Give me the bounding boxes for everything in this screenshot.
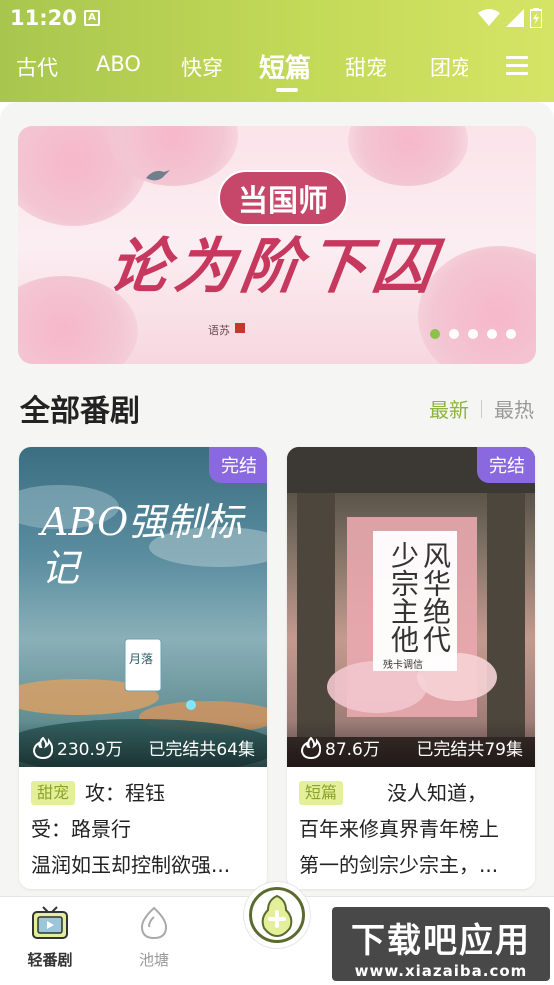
fire-icon	[33, 736, 53, 759]
cover-author: 残卡调信	[383, 660, 423, 671]
banner-carousel[interactable]: 当国师 论为阶下囚 语苏	[18, 126, 536, 364]
desc-line: 受：路景行	[31, 817, 131, 841]
carousel-dot[interactable]	[506, 329, 516, 339]
heat-count: 230.9万	[33, 735, 123, 760]
drama-card[interactable]: ABO强制标记 月落 完结 230.9万 已完结共64集 甜宠 攻：程钰 受：路景…	[19, 447, 267, 889]
drama-card[interactable]: 风华绝代少宗主他 残卡调信 完结 87.6万 已完结共79集 短篇 没人知道， 百…	[287, 447, 535, 889]
top-header: 11:20 A 古代 ABO 快穿 短篇 甜宠 团宠	[0, 0, 554, 102]
watermark-url: www.xiazaiba.com	[354, 962, 528, 980]
desc-line: 第一的剑宗少宗主，...	[299, 853, 499, 877]
notification-icon: A	[84, 10, 100, 26]
cover-title: ABO强制标记	[41, 500, 243, 590]
signal-icon	[506, 9, 524, 27]
drop-icon	[140, 906, 168, 940]
tab-quick-travel[interactable]: 快穿	[181, 52, 223, 82]
desc-line: 没人知道，	[387, 781, 488, 805]
heat-count: 87.6万	[301, 735, 380, 760]
sort-hottest[interactable]: 最热	[494, 394, 534, 423]
desc-line: 百年来修真界青年榜上	[299, 817, 499, 841]
add-button[interactable]	[244, 882, 310, 948]
category-tabs: 古代 ABO 快穿 短篇 甜宠 团宠	[0, 44, 554, 94]
card-description: 甜宠 攻：程钰 受：路景行 温润如玉却控制欲强...	[31, 775, 259, 883]
watermark-logo: 下载吧应用 www.xiazaiba.com	[332, 907, 550, 981]
genre-tag: 甜宠	[31, 781, 76, 805]
heat-value: 87.6万	[325, 740, 380, 760]
system-icons	[478, 8, 542, 28]
episode-count: 已完结共64集	[148, 740, 255, 760]
carousel-dots	[430, 329, 516, 339]
tab-short[interactable]: 短篇	[259, 48, 311, 85]
tab-sweet[interactable]: 甜宠	[345, 52, 387, 82]
genre-tag: 短篇	[299, 781, 344, 805]
status-time: 11:20	[10, 6, 77, 30]
desc-line: 攻：程钰	[85, 781, 166, 805]
nav-pond[interactable]: 池塘	[124, 905, 184, 970]
nav-light-drama[interactable]: 轻番剧	[20, 905, 80, 970]
heat-value: 230.9万	[57, 740, 123, 760]
episode-count: 已完结共79集	[416, 740, 523, 760]
status-bar: 11:20 A	[0, 0, 554, 38]
cover-title: 风华绝代少宗主他	[387, 541, 452, 653]
carousel-dot[interactable]	[468, 329, 478, 339]
sort-controls: 最新 最热	[429, 394, 534, 423]
section-title: 全部番剧	[20, 394, 140, 429]
sort-newest[interactable]: 最新	[429, 394, 469, 423]
battery-icon	[530, 8, 542, 28]
carousel-dot[interactable]	[449, 329, 459, 339]
status-badge: 完结	[477, 447, 535, 483]
status-badge: 完结	[209, 447, 267, 483]
cover-author: 月落	[129, 652, 154, 666]
tv-icon	[32, 906, 68, 939]
card-stats: 87.6万 已完结共79集	[287, 721, 535, 767]
tab-abo[interactable]: ABO	[96, 52, 141, 76]
card-description: 短篇 没人知道， 百年来修真界青年榜上 第一的剑宗少宗主，...	[299, 775, 527, 883]
banner-title: 论为阶下囚	[104, 232, 445, 302]
sort-divider	[481, 399, 482, 418]
menu-icon[interactable]	[506, 56, 528, 75]
banner-author: 语苏	[208, 324, 230, 337]
nav-label: 池塘	[138, 951, 169, 969]
active-tab-indicator	[276, 88, 298, 92]
watermark-title: 下载吧应用	[351, 921, 531, 961]
wifi-icon	[478, 9, 500, 26]
tab-group-pet[interactable]: 团宠	[430, 52, 468, 82]
nav-label: 轻番剧	[27, 951, 73, 969]
cover-image: ABO强制标记 月落 完结 230.9万 已完结共64集	[19, 447, 267, 767]
tab-ancient[interactable]: 古代	[16, 52, 58, 82]
bird-icon	[146, 170, 170, 181]
card-stats: 230.9万 已完结共64集	[19, 721, 267, 767]
pear-plus-icon	[261, 894, 293, 938]
banner-seal	[235, 323, 245, 333]
carousel-dot[interactable]	[430, 329, 440, 339]
carousel-dot[interactable]	[487, 329, 497, 339]
fire-icon	[301, 736, 321, 759]
cover-image: 风华绝代少宗主他 残卡调信 完结 87.6万 已完结共79集	[287, 447, 535, 767]
desc-line: 温润如玉却控制欲强...	[31, 853, 231, 877]
